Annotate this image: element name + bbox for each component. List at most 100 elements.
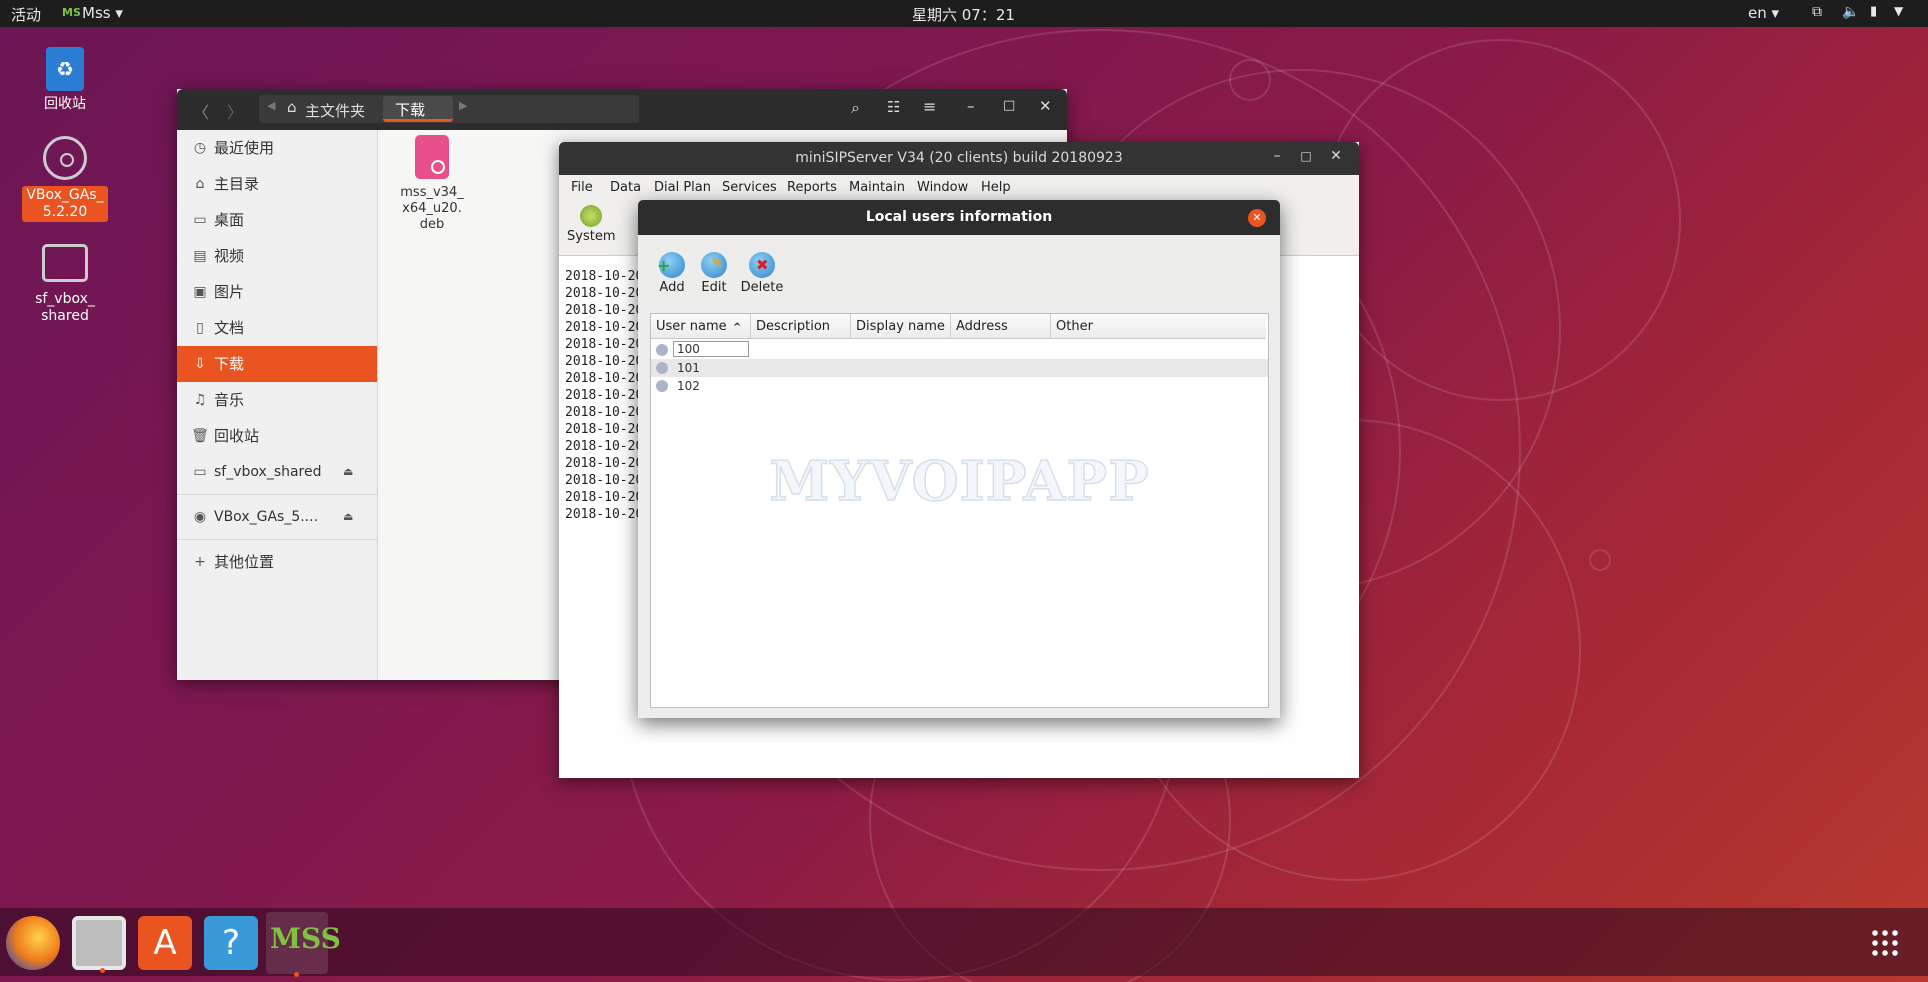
clock[interactable]: 星期六 07：21 [912,4,1015,25]
sidebar-item-label: 下载 [214,355,245,373]
log-line: 2018-10-20 [565,337,644,352]
menu-maintain[interactable]: Maintain [849,180,905,195]
log-line: 2018-10-20 [565,269,644,284]
column-header-user-name[interactable]: User name ^ [651,314,751,339]
user-name-edit-field[interactable]: 100 [673,341,749,357]
column-header-display-name[interactable]: Display name [851,314,951,339]
desktop-icon-label: VBox_GAs_ 5.2.20 [22,186,108,222]
table-row[interactable]: 100 [651,341,1268,359]
dock: A ? MSS [0,908,1928,977]
battery-icon[interactable]: ▮ [1870,4,1877,19]
maximize-icon[interactable]: □ [1003,98,1015,113]
table-row[interactable]: 102 [651,377,1268,395]
forward-button[interactable]: 〉 [227,99,243,123]
sidebar-item-documents[interactable]: ▯ 文档 [177,310,377,346]
dialog-titlebar: Local users information ✕ [638,200,1280,235]
system-label: System [567,229,616,244]
minimize-icon[interactable]: – [967,97,975,115]
desktop-icon-sf-vbox-shared[interactable]: sf_vbox_ shared [15,244,115,326]
delete-label: Delete [740,280,784,295]
sidebar-item-other-locations[interactable]: + 其他位置 [177,544,377,580]
menu-reports[interactable]: Reports [787,180,837,195]
sidebar-item-label: 图片 [214,283,245,301]
close-icon[interactable]: ✕ [1248,209,1266,227]
help-icon[interactable]: ? [204,916,258,970]
file-item[interactable]: mss_v34_ x64_u20. deb [387,135,477,233]
menu-data[interactable]: Data [610,180,641,195]
column-header-description[interactable]: Description [751,314,851,339]
plus-icon: + [194,554,206,570]
log-line: 2018-10-20 [565,286,644,301]
network-icon[interactable]: ⧉ [1812,4,1822,20]
eject-icon[interactable]: ⏏ [343,499,353,535]
sidebar-item-pictures[interactable]: ▣ 图片 [177,274,377,310]
mss-icon[interactable]: MSS [266,912,341,977]
firefox-icon[interactable] [6,916,60,970]
desktop-icon-label: 回收站 [44,96,86,112]
menu-window[interactable]: Window [917,180,968,195]
sidebar-item-downloads[interactable]: ⇩ 下载 [177,346,377,382]
package-icon [415,135,449,179]
menu-dial-plan[interactable]: Dial Plan [654,180,711,195]
add-user-button[interactable]: + Add [654,252,690,295]
eject-icon[interactable]: ⏏ [343,454,353,490]
sidebar-item-videos[interactable]: ▤ 视频 [177,238,377,274]
search-icon[interactable]: ⌕ [851,98,860,118]
gear-icon [580,205,602,227]
volume-icon[interactable]: 🔈 [1842,4,1859,20]
app-menu-button[interactable]: Mss ▾ [82,4,123,22]
log-line: 2018-10-20 [565,507,644,522]
menu-help[interactable]: Help [981,180,1011,195]
table-row[interactable]: 101 [651,359,1268,377]
desktop-icon-vbox-gas[interactable]: VBox_GAs_ 5.2.20 [15,136,115,222]
minimize-icon[interactable]: – [1265,148,1289,164]
desktop-icon: ▭ [193,212,207,228]
breadcrumb-current[interactable]: 下载 [383,96,453,122]
sidebar-item-home[interactable]: ⌂ 主目录 [177,166,377,202]
sidebar-item-label: 文档 [214,319,245,337]
menu-file[interactable]: File [571,180,593,195]
home-icon: ⌂ [195,176,205,192]
list-view-icon[interactable]: ☷ [887,98,900,116]
files-icon[interactable] [72,916,126,973]
show-applications-icon[interactable] [1870,928,1900,958]
edit-user-button[interactable]: ✎ Edit [696,252,732,295]
log-line: 2018-10-20 [565,439,644,454]
column-header-other[interactable]: Other [1051,314,1266,339]
maximize-icon[interactable]: □ [1294,149,1318,163]
sidebar-divider [177,539,377,540]
menu-services[interactable]: Services [722,180,777,195]
column-label: Display name [856,319,945,334]
sidebar-item-music[interactable]: ♫ 音乐 [177,382,377,418]
sidebar-item-desktop[interactable]: ▭ 桌面 [177,202,377,238]
add-user-icon: + [657,252,685,278]
desktop-icon-trash[interactable]: ♻ 回收站 [15,47,115,114]
column-header-address[interactable]: Address [951,314,1051,339]
close-icon[interactable]: ✕ [1324,148,1348,164]
path-right-chevron-icon[interactable]: ▶ [459,99,467,112]
back-button[interactable]: 〈 [193,99,209,123]
close-icon[interactable]: ✕ [1039,97,1052,115]
sidebar-item-trash[interactable]: 🗑 回收站 [177,418,377,454]
drive-icon [42,244,88,282]
sidebar-item-label: 最近使用 [214,139,275,157]
sidebar-item-vbox-gas[interactable]: ◉ VBox_GAs_5.... ⏏ [177,499,377,535]
sidebar-item-sf-vbox-shared[interactable]: ▭ sf_vbox_shared ⏏ [177,454,377,490]
software-icon[interactable]: A [138,916,192,970]
mss-logo-text: MSS [270,922,341,955]
language-label: en [1748,4,1767,22]
system-menu-chevron-icon[interactable]: ▼ [1894,4,1903,18]
hamburger-menu-icon[interactable]: ≡ [923,97,936,116]
edit-user-icon: ✎ [701,252,727,278]
column-label: Description [756,319,831,334]
sidebar-item-label: sf_vbox_shared [214,464,322,480]
breadcrumb-home[interactable]: 主文件夹 [305,100,365,121]
delete-user-button[interactable]: ✖ Delete [740,252,784,295]
path-left-chevron-icon[interactable]: ◀ [267,99,275,112]
activities-button[interactable]: 活动 [11,4,41,25]
user-name: 102 [677,379,700,393]
log-line: 2018-10-20 [565,473,644,488]
sidebar-item-recent[interactable]: ◷ 最近使用 [177,130,377,166]
language-menu[interactable]: en ▾ [1748,4,1779,22]
system-button[interactable]: System [567,205,615,244]
